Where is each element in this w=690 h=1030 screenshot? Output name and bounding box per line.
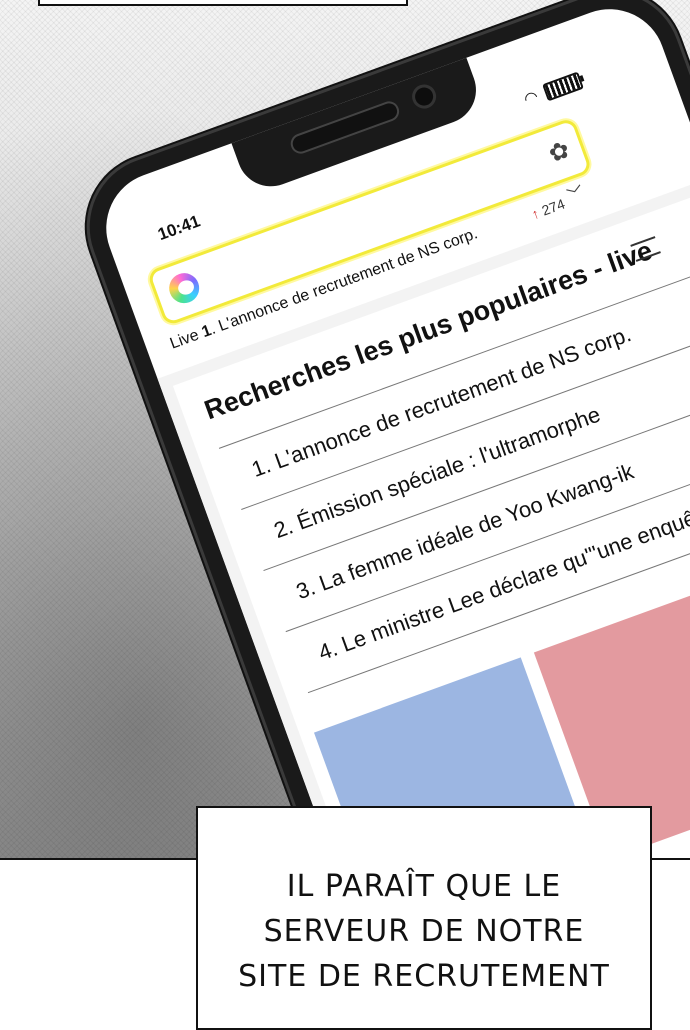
comic-panel: 10:41 ◠ ✿ ﹀ Live 1. L'annonce de recrute… [0, 0, 690, 860]
status-time: 10:41 [155, 211, 203, 245]
smartphone: 10:41 ◠ ✿ ﹀ Live 1. L'annonce de recrute… [70, 0, 690, 858]
logo-icon [164, 268, 204, 308]
phone-screen: 10:41 ◠ ✿ ﹀ Live 1. L'annonce de recrute… [90, 0, 690, 858]
caption-box: IL PARAÎT QUE LE SERVEUR DE NOTRE SITE D… [196, 806, 652, 1030]
caption-text: IL PARAÎT QUE LE SERVEUR DE NOTRE SITE D… [238, 869, 610, 994]
speaker-grille [287, 98, 402, 157]
front-camera [408, 81, 440, 112]
phone-area: 10:41 ◠ ✿ ﹀ Live 1. L'annonce de recrute… [0, 0, 690, 858]
wifi-icon: ◠ [521, 88, 541, 109]
battery-icon [542, 71, 584, 102]
flower-icon[interactable]: ✿ [545, 135, 574, 169]
live-prefix: Live [167, 326, 202, 353]
status-icons: ◠ [521, 71, 584, 110]
